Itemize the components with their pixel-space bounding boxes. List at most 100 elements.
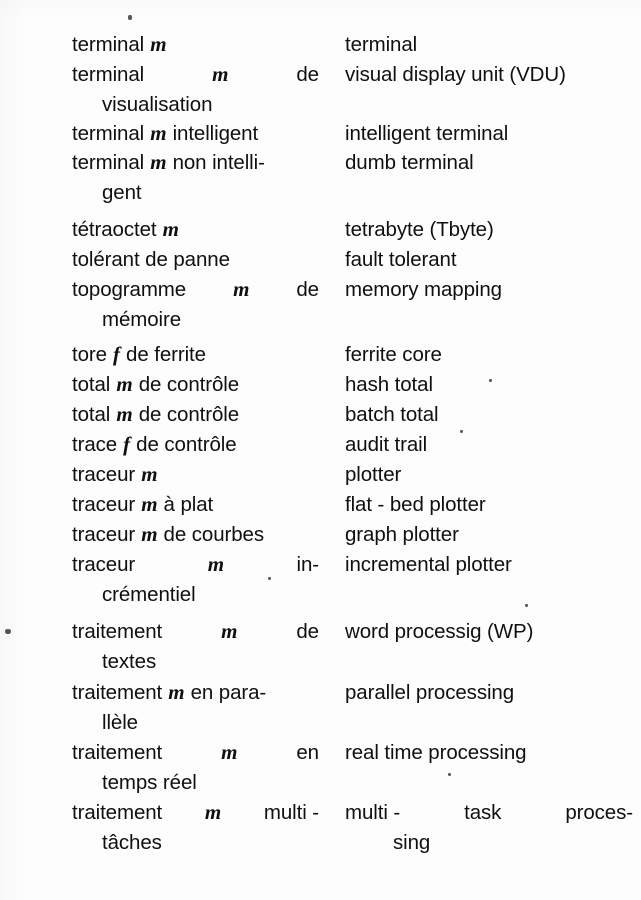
english-equivalent: memory mapping <box>345 275 633 305</box>
line-segment: de contrôle <box>133 403 240 426</box>
line-segment: trace <box>72 433 123 456</box>
entry-line: tâches <box>102 830 162 854</box>
gender-marker: m <box>150 32 167 56</box>
entry-line: terminal m de <box>72 60 319 90</box>
french-term: trace f de contrôle <box>72 430 319 460</box>
line-segment: terminal <box>72 33 150 56</box>
entry-line: tétraoctet m <box>72 215 319 245</box>
entry-line: batch total <box>345 403 439 426</box>
french-term: terminal m de visualisation <box>72 60 319 119</box>
french-term: topogramme m de mémoire <box>72 275 319 334</box>
entry-line: gent <box>102 180 142 204</box>
line-segment: en <box>296 741 319 764</box>
gender-marker: m <box>221 619 238 643</box>
entry-line: traceur m de courbes <box>72 520 319 550</box>
english-equivalent: multi - task proces-sing <box>345 798 633 857</box>
english-equivalent: intelligent terminal <box>345 119 633 149</box>
french-term: tétraoctet m <box>72 215 319 245</box>
entry-line: textes <box>102 649 157 673</box>
gender-marker: m <box>162 217 179 241</box>
entry-line: traitement m multi - <box>72 798 319 828</box>
entry-line: parallel processing <box>345 681 515 704</box>
entry-line: ferrite core <box>345 343 442 366</box>
line-segment: traitement <box>72 741 163 764</box>
gender-marker: m <box>141 522 158 546</box>
line-segment: total <box>72 373 116 396</box>
line-segment: de <box>296 63 319 86</box>
english-equivalent: plotter <box>345 460 633 490</box>
entry-line: terminal m <box>72 30 319 60</box>
entry-line: tolérant de panne <box>72 248 230 271</box>
dictionary-page-scan: terminal m terminal terminal m de visualisati… <box>0 0 641 900</box>
entry-line: flat - bed plotter <box>345 493 486 516</box>
entry-line: tore f de ferrite <box>72 340 319 370</box>
french-term: traceur m <box>72 460 319 490</box>
line-segment: de ferrite <box>120 343 206 366</box>
gender-marker: m <box>141 462 158 486</box>
line-segment: de contrôle <box>130 433 237 456</box>
line-segment: terminal <box>72 151 150 174</box>
english-equivalent: graph plotter <box>345 520 633 550</box>
french-term: traceur m à plat <box>72 490 319 520</box>
entry-line: temps réel <box>102 770 197 794</box>
english-equivalent: parallel processing <box>345 678 633 708</box>
entry-line: traitement m de <box>72 617 319 647</box>
line-segment: traitement <box>72 620 163 643</box>
entry-line: traceur m in- <box>72 550 319 580</box>
entry-line: terminal m non intelli- <box>72 148 319 178</box>
entry-line: word processig (WP) <box>345 620 534 643</box>
gender-marker: m <box>150 150 167 174</box>
french-term: traceur m de courbes <box>72 520 319 550</box>
french-term: traitement m en para-llèle <box>72 678 319 737</box>
french-term: terminal m intelligent <box>72 119 319 149</box>
line-segment: traitement <box>72 801 163 824</box>
entry-line: crémentiel <box>102 582 196 606</box>
english-equivalent: audit trail <box>345 430 633 460</box>
entry-line: audit trail <box>345 433 428 456</box>
english-equivalent: terminal <box>345 30 633 60</box>
entry-line: tetrabyte (Tbyte) <box>345 218 494 241</box>
entry-line: total m de contrôle <box>72 370 319 400</box>
line-segment: traceur <box>72 463 141 486</box>
line-segment: de contrôle <box>133 373 240 396</box>
line-segment: in- <box>296 553 320 576</box>
line-segment: tétraoctet <box>72 218 163 241</box>
english-equivalent: batch total <box>345 400 633 430</box>
english-equivalent: ferrite core <box>345 340 633 370</box>
entry-line: real time processing <box>345 741 527 764</box>
entry-line: terminal m intelligent <box>72 119 319 149</box>
gender-marker: m <box>204 800 222 824</box>
line-segment: de courbes <box>157 523 265 546</box>
gender-marker: m <box>212 62 229 86</box>
entry-line: sing <box>393 830 431 854</box>
gender-marker: f <box>123 432 131 456</box>
entry-line: topogramme m de <box>72 275 319 305</box>
line-segment: traitement <box>72 681 168 704</box>
entry-line: multi - task proces- <box>345 798 633 828</box>
entry-line: dumb terminal <box>345 151 474 174</box>
entry-line: mémoire <box>102 307 182 331</box>
entry-line: trace f de contrôle <box>72 430 319 460</box>
french-term: traceur m in-crémentiel <box>72 550 319 609</box>
line-segment: intelligent <box>166 122 259 145</box>
line-segment: non intelli- <box>166 151 265 174</box>
french-term: tore f de ferrite <box>72 340 319 370</box>
french-term: tolérant de panne <box>72 245 319 275</box>
entry-line: hash total <box>345 373 433 396</box>
french-term: terminal m non intelli-gent <box>72 148 319 207</box>
entry-line: terminal <box>345 33 418 56</box>
entry-line: total m de contrôle <box>72 400 319 430</box>
entry-line: memory mapping <box>345 278 502 301</box>
gender-marker: m <box>233 277 250 301</box>
line-segment: total <box>72 403 116 426</box>
english-equivalent: tetrabyte (Tbyte) <box>345 215 633 245</box>
line-segment: proces- <box>565 801 633 824</box>
entry-line: graph plotter <box>345 523 459 546</box>
line-segment: terminal <box>72 122 150 145</box>
french-term: terminal m <box>72 30 319 60</box>
entry-line: plotter <box>345 463 402 486</box>
entry-line: traceur m <box>72 460 319 490</box>
english-equivalent: flat - bed plotter <box>345 490 633 520</box>
line-segment: traceur <box>72 493 141 516</box>
gender-marker: m <box>207 552 224 576</box>
